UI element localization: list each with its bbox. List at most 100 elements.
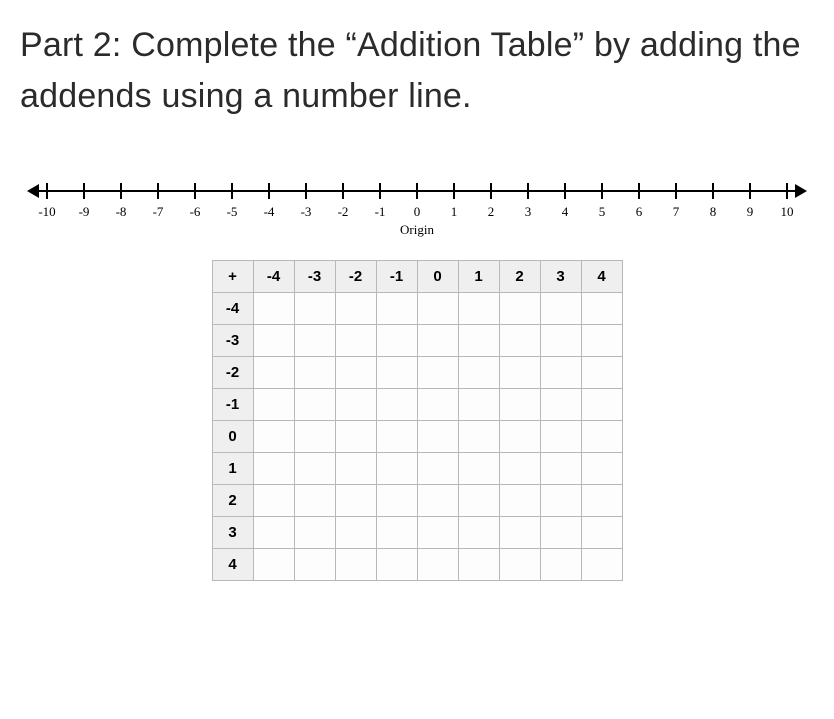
table-cell[interactable]: [417, 517, 458, 549]
table-cell[interactable]: [417, 485, 458, 517]
table-cell[interactable]: [335, 293, 376, 325]
table-cell[interactable]: [294, 293, 335, 325]
col-header: -3: [294, 261, 335, 293]
table-cell[interactable]: [458, 421, 499, 453]
number-line-tick-label: -3: [301, 204, 312, 220]
table-cell[interactable]: [581, 325, 622, 357]
table-cell[interactable]: [540, 549, 581, 581]
table-cell[interactable]: [376, 293, 417, 325]
table-cell[interactable]: [499, 485, 540, 517]
content-area: -10-9-8-7-6-5-4-3-2-10Origin12345678910 …: [20, 182, 814, 581]
table-cell[interactable]: [294, 517, 335, 549]
table-cell[interactable]: [499, 421, 540, 453]
table-cell[interactable]: [417, 293, 458, 325]
number-line-tick-label: 6: [636, 204, 643, 220]
origin-label: Origin: [400, 222, 434, 238]
table-cell[interactable]: [581, 485, 622, 517]
table-cell[interactable]: [417, 453, 458, 485]
row-header: 0: [212, 421, 253, 453]
table-cell[interactable]: [499, 389, 540, 421]
number-line-tick: [749, 183, 751, 199]
number-line-tick-label: -10: [38, 204, 55, 220]
table-cell[interactable]: [294, 549, 335, 581]
table-cell[interactable]: [335, 325, 376, 357]
table-cell[interactable]: [581, 293, 622, 325]
table-cell[interactable]: [335, 357, 376, 389]
table-cell[interactable]: [253, 485, 294, 517]
table-cell[interactable]: [499, 453, 540, 485]
table-cell[interactable]: [376, 549, 417, 581]
table-cell[interactable]: [376, 357, 417, 389]
table-cell[interactable]: [335, 421, 376, 453]
table-cell[interactable]: [335, 549, 376, 581]
table-cell[interactable]: [540, 485, 581, 517]
table-cell[interactable]: [376, 517, 417, 549]
table-cell[interactable]: [540, 453, 581, 485]
table-cell[interactable]: [458, 293, 499, 325]
table-cell[interactable]: [540, 325, 581, 357]
table-cell[interactable]: [417, 325, 458, 357]
table-cell[interactable]: [376, 485, 417, 517]
table-cell[interactable]: [253, 389, 294, 421]
table-cell[interactable]: [253, 357, 294, 389]
table-cell[interactable]: [294, 453, 335, 485]
table-cell[interactable]: [581, 389, 622, 421]
table-cell[interactable]: [540, 389, 581, 421]
number-line-tick: [453, 183, 455, 199]
row-header: 3: [212, 517, 253, 549]
table-cell[interactable]: [253, 549, 294, 581]
table-cell[interactable]: [581, 549, 622, 581]
table-cell[interactable]: [499, 549, 540, 581]
table-cell[interactable]: [294, 421, 335, 453]
table-cell[interactable]: [376, 325, 417, 357]
col-header: -2: [335, 261, 376, 293]
table-cell[interactable]: [581, 517, 622, 549]
table-cell[interactable]: [458, 325, 499, 357]
number-line-tick: [712, 183, 714, 199]
table-cell[interactable]: [540, 517, 581, 549]
table-cell[interactable]: [253, 517, 294, 549]
table-cell[interactable]: [417, 421, 458, 453]
table-cell[interactable]: [335, 485, 376, 517]
table-cell[interactable]: [458, 357, 499, 389]
table-cell[interactable]: [499, 293, 540, 325]
table-cell[interactable]: [376, 389, 417, 421]
table-cell[interactable]: [253, 293, 294, 325]
table-cell[interactable]: [540, 421, 581, 453]
table-cell[interactable]: [294, 485, 335, 517]
table-cell[interactable]: [253, 421, 294, 453]
col-header: 2: [499, 261, 540, 293]
number-line-tick: [342, 183, 344, 199]
table-cell[interactable]: [499, 357, 540, 389]
table-cell[interactable]: [417, 549, 458, 581]
table-cell[interactable]: [581, 421, 622, 453]
table-cell[interactable]: [294, 325, 335, 357]
table-cell[interactable]: [458, 517, 499, 549]
row-header: 2: [212, 485, 253, 517]
table-cell[interactable]: [458, 453, 499, 485]
number-line-tick-label: -7: [153, 204, 164, 220]
table-cell[interactable]: [294, 389, 335, 421]
table-cell[interactable]: [499, 325, 540, 357]
table-cell[interactable]: [458, 549, 499, 581]
number-line-tick: [675, 183, 677, 199]
table-cell[interactable]: [458, 389, 499, 421]
table-cell[interactable]: [417, 357, 458, 389]
table-cell[interactable]: [458, 485, 499, 517]
table-cell[interactable]: [335, 389, 376, 421]
table-cell[interactable]: [540, 293, 581, 325]
number-line: -10-9-8-7-6-5-4-3-2-10Origin12345678910: [27, 182, 807, 242]
table-cell[interactable]: [294, 357, 335, 389]
number-line-tick: [120, 183, 122, 199]
table-cell[interactable]: [335, 453, 376, 485]
table-cell[interactable]: [540, 357, 581, 389]
table-cell[interactable]: [376, 453, 417, 485]
table-cell[interactable]: [499, 517, 540, 549]
table-cell[interactable]: [581, 357, 622, 389]
table-cell[interactable]: [581, 453, 622, 485]
table-cell[interactable]: [253, 453, 294, 485]
table-cell[interactable]: [376, 421, 417, 453]
table-cell[interactable]: [417, 389, 458, 421]
table-cell[interactable]: [253, 325, 294, 357]
table-cell[interactable]: [335, 517, 376, 549]
